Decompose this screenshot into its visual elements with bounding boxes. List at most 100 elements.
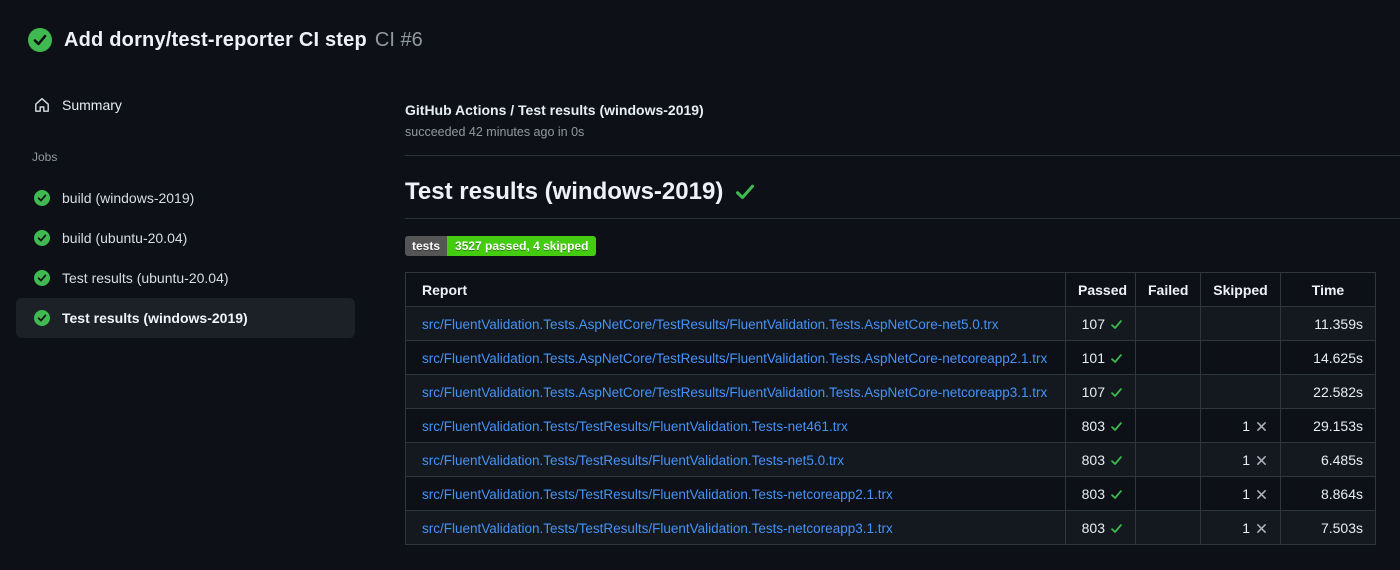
run-title: Add dorny/test-reporter CI step [64,28,367,51]
passed-count: 803 [1081,451,1105,468]
failed-cell [1135,306,1201,341]
column-header-passed: Passed [1065,272,1136,307]
skipped-cell: 1 [1200,408,1281,443]
passed-cell: 107 [1065,374,1136,409]
report-link[interactable]: src/FluentValidation.Tests/TestResults/F… [422,453,844,468]
table-row: src/FluentValidation.Tests/TestResults/F… [405,408,1376,443]
passed-cell: 803 [1065,408,1136,443]
skipped-cell: 1 [1200,442,1281,477]
job-label: build (ubuntu-20.04) [62,230,188,246]
time-cell: 6.485s [1280,442,1376,477]
table-row: src/FluentValidation.Tests/TestResults/F… [405,476,1376,511]
passed-cell: 101 [1065,340,1136,375]
table-row: src/FluentValidation.Tests/TestResults/F… [405,510,1376,545]
passed-check-icon [1111,421,1122,431]
sidebar-job-item-2[interactable]: Test results (ubuntu-20.04) [16,258,355,298]
failed-cell [1135,374,1201,409]
sidebar: Summary Jobs build (windows-2019) build … [0,94,400,545]
summary-label: Summary [62,97,122,113]
skipped-x-icon [1257,421,1266,431]
skipped-count: 1 [1242,519,1250,536]
passed-check-icon [1111,489,1122,499]
home-icon [35,98,49,112]
passed-count: 107 [1081,315,1105,332]
results-table: Report Passed Failed Skipped Time src/Fl… [405,272,1376,545]
failed-cell [1135,476,1201,511]
jobs-section-label: Jobs [32,150,58,164]
time-cell: 29.153s [1280,408,1376,443]
skipped-cell [1200,306,1281,341]
column-header-failed: Failed [1135,272,1201,307]
time-cell: 7.503s [1280,510,1376,545]
job-status-line: succeeded 42 minutes ago in 0s [405,125,585,139]
passed-check-icon [1111,387,1122,397]
passed-count: 107 [1081,383,1105,400]
skipped-cell: 1 [1200,476,1281,511]
job-success-icon [34,310,50,326]
skipped-count: 1 [1242,417,1250,434]
table-header-row: Report Passed Failed Skipped Time [405,272,1376,307]
skipped-count: 1 [1242,485,1250,502]
passed-cell: 803 [1065,476,1136,511]
tests-badge-label: tests [405,236,448,256]
passed-check-icon [1111,353,1122,363]
failed-cell [1135,510,1201,545]
report-link[interactable]: src/FluentValidation.Tests.AspNetCore/Te… [422,317,999,332]
sidebar-job-item-1[interactable]: build (ubuntu-20.04) [16,218,355,258]
skipped-cell: 1 [1200,510,1281,545]
passed-count: 803 [1081,519,1105,536]
table-row: src/FluentValidation.Tests.AspNetCore/Te… [405,374,1376,409]
sidebar-job-item-3[interactable]: Test results (windows-2019) [16,298,355,338]
job-header-title: GitHub Actions / Test results (windows-2… [405,102,704,118]
column-header-report: Report [405,272,1066,307]
passed-check-icon [1111,319,1122,329]
report-link[interactable]: src/FluentValidation.Tests.AspNetCore/Te… [422,385,1047,400]
column-header-skipped: Skipped [1200,272,1281,307]
passed-count: 803 [1081,485,1105,502]
tests-badge: tests 3527 passed, 4 skipped [405,236,597,256]
sidebar-item-summary[interactable]: Summary [0,94,400,116]
time-cell: 11.359s [1280,306,1376,341]
job-success-icon [34,230,50,246]
job-success-icon [34,190,50,206]
run-header: Add dorny/test-reporter CI step CI #6 [0,0,1400,52]
sidebar-job-item-0[interactable]: build (windows-2019) [16,178,355,218]
job-list: build (windows-2019) build (ubuntu-20.04… [0,178,400,338]
skipped-x-icon [1257,523,1266,533]
section-success-check-icon [736,184,755,199]
table-row: src/FluentValidation.Tests/TestResults/F… [405,442,1376,477]
report-link[interactable]: src/FluentValidation.Tests/TestResults/F… [422,521,893,536]
report-link[interactable]: src/FluentValidation.Tests/TestResults/F… [422,487,893,502]
failed-cell [1135,340,1201,375]
passed-cell: 803 [1065,510,1136,545]
job-label: Test results (ubuntu-20.04) [62,270,229,286]
table-row: src/FluentValidation.Tests.AspNetCore/Te… [405,306,1376,341]
report-link[interactable]: src/FluentValidation.Tests.AspNetCore/Te… [422,351,1047,366]
run-number: CI #6 [374,28,423,51]
job-success-icon [34,270,50,286]
skipped-cell [1200,374,1281,409]
main-content: GitHub Actions / Test results (windows-2… [400,94,1400,545]
table-body: src/FluentValidation.Tests.AspNetCore/Te… [405,306,1376,545]
tests-badge-value: 3527 passed, 4 skipped [447,236,597,256]
skipped-cell [1200,340,1281,375]
failed-cell [1135,408,1201,443]
table-row: src/FluentValidation.Tests.AspNetCore/Te… [405,340,1376,375]
passed-check-icon [1111,455,1122,465]
job-label: Test results (windows-2019) [62,310,248,326]
failed-cell [1135,442,1201,477]
job-header: GitHub Actions / Test results (windows-2… [405,94,1400,139]
run-success-icon [28,28,52,52]
skipped-x-icon [1257,455,1266,465]
time-cell: 22.582s [1280,374,1376,409]
time-cell: 8.864s [1280,476,1376,511]
passed-count: 101 [1081,349,1105,366]
passed-cell: 803 [1065,442,1136,477]
skipped-x-icon [1257,489,1266,499]
job-label: build (windows-2019) [62,190,195,206]
header-divider [405,155,1400,156]
skipped-count: 1 [1242,451,1250,468]
time-cell: 14.625s [1280,340,1376,375]
report-link[interactable]: src/FluentValidation.Tests/TestResults/F… [422,419,848,434]
passed-check-icon [1111,523,1122,533]
